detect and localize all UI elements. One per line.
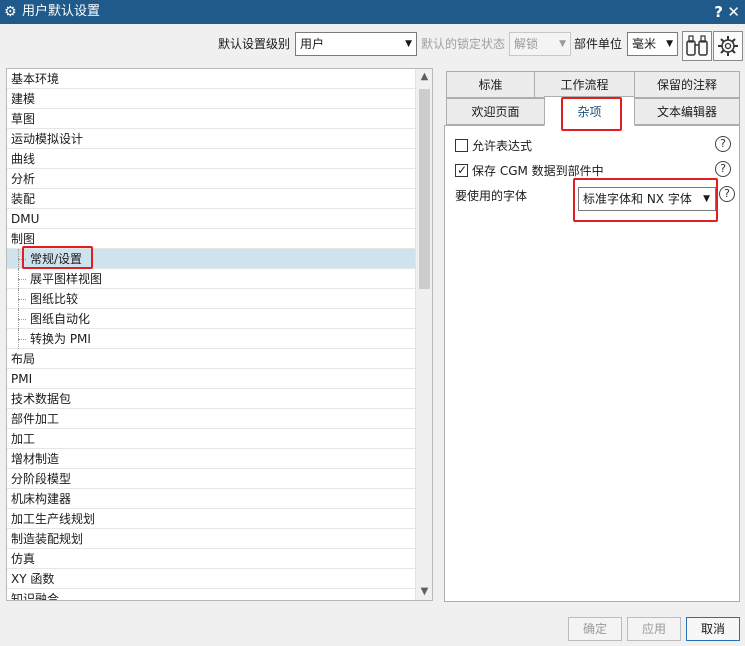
tree-item-line-planning[interactable]: 加工生产线规划 [7, 509, 415, 529]
category-tree[interactable]: 基本环境 建模 草图 运动模拟设计 曲线 分析 装配 DMU 制图 常规/设置 … [6, 68, 433, 601]
tab-welcome-page[interactable]: 欢迎页面 [446, 98, 545, 125]
tree-item-general-settings[interactable]: 常规/设置 [7, 249, 415, 269]
tree-item-analysis[interactable]: 分析 [7, 169, 415, 189]
help-icon[interactable]: ? [715, 161, 731, 177]
font-label: 要使用的字体 [455, 189, 528, 203]
font-select[interactable]: 标准字体和 NX 字体 ▼ [578, 187, 716, 211]
apply-button[interactable]: 应用 [627, 617, 681, 641]
tree-item-convert-pmi[interactable]: 转换为 PMI [7, 329, 415, 349]
tree-item-assembly-planning[interactable]: 制造装配规划 [7, 529, 415, 549]
gear-icon: ⚙ [4, 4, 17, 20]
tree-item-tdp[interactable]: 技术数据包 [7, 389, 415, 409]
lock-select-value: 解锁 [514, 37, 539, 51]
tab-standard[interactable]: 标准 [446, 71, 535, 98]
lock-select[interactable]: 解锁 ▼ [509, 32, 571, 56]
tree-item-modeling[interactable]: 建模 [7, 89, 415, 109]
tree-item-sketch[interactable]: 草图 [7, 109, 415, 129]
allow-expressions-label: 允许表达式 [472, 139, 533, 153]
scrollbar-thumb[interactable] [419, 89, 430, 289]
unit-label: 部件单位 [574, 37, 623, 51]
tab-retained-annotations[interactable]: 保留的注释 [634, 71, 740, 98]
tree-list: 基本环境 建模 草图 运动模拟设计 曲线 分析 装配 DMU 制图 常规/设置 … [7, 69, 415, 600]
tree-item-drawing-automation[interactable]: 图纸自动化 [7, 309, 415, 329]
tree-item-curve[interactable]: 曲线 [7, 149, 415, 169]
help-button[interactable]: ? [714, 2, 723, 22]
tab-misc[interactable]: 杂项 [544, 96, 635, 126]
save-cgm-option[interactable]: 保存 CGM 数据到部件中 [455, 162, 604, 179]
window-title: 用户默认设置 [22, 4, 101, 19]
tree-item-pmi[interactable]: PMI [7, 369, 415, 389]
tree-item-knowledge-fusion[interactable]: 知识融合 [7, 589, 415, 600]
lock-label: 默认的锁定状态 [421, 37, 506, 51]
chevron-down-icon[interactable]: ▼ [416, 584, 432, 600]
tree-item-part-machining[interactable]: 部件加工 [7, 409, 415, 429]
close-button[interactable]: ✕ [727, 2, 740, 22]
tree-item-staged-model[interactable]: 分阶段模型 [7, 469, 415, 489]
chevron-down-icon: ▼ [405, 39, 412, 49]
tree-item-machine-builder[interactable]: 机床构建器 [7, 489, 415, 509]
cancel-button[interactable]: 取消 [686, 617, 740, 641]
save-cgm-checkbox[interactable] [455, 162, 468, 178]
tab-workflow[interactable]: 工作流程 [534, 71, 635, 98]
help-icon[interactable]: ? [719, 186, 735, 202]
level-select[interactable]: 用户 ▼ [295, 32, 417, 56]
tree-item-xy-function[interactable]: XY 函数 [7, 569, 415, 589]
unit-select[interactable]: 毫米 ▼ [627, 32, 678, 56]
gear-icon [718, 36, 738, 56]
level-select-value: 用户 [300, 37, 325, 51]
tree-item-motion[interactable]: 运动模拟设计 [7, 129, 415, 149]
ok-button[interactable]: 确定 [568, 617, 622, 641]
misc-panel: 允许表达式 ? 保存 CGM 数据到部件中 ? 要使用的字体 标准字体和 NX … [444, 125, 740, 602]
save-cgm-label: 保存 CGM 数据到部件中 [472, 164, 604, 178]
tree-item-machining[interactable]: 加工 [7, 429, 415, 449]
tree-item-flat-pattern[interactable]: 展平图样视图 [7, 269, 415, 289]
tree-item-basic-env[interactable]: 基本环境 [7, 69, 415, 89]
tree-item-dmu[interactable]: DMU [7, 209, 415, 229]
chevron-down-icon: ▼ [703, 194, 710, 204]
tab-text-editor[interactable]: 文本编辑器 [634, 98, 740, 125]
tree-item-drafting[interactable]: 制图 [7, 229, 415, 249]
settings-button[interactable] [713, 31, 743, 61]
find-button[interactable] [682, 31, 712, 61]
allow-expressions-option[interactable]: 允许表达式 [455, 138, 532, 154]
unit-select-value: 毫米 [632, 37, 657, 51]
chevron-up-icon[interactable]: ▲ [416, 69, 432, 85]
chevron-down-icon: ▼ [559, 39, 566, 49]
level-label: 默认设置级别 [218, 37, 291, 51]
binoculars-icon [686, 35, 708, 56]
tree-item-assembly[interactable]: 装配 [7, 189, 415, 209]
tree-item-drawing-compare[interactable]: 图纸比较 [7, 289, 415, 309]
tree-item-additive[interactable]: 增材制造 [7, 449, 415, 469]
chevron-down-icon: ▼ [666, 39, 673, 49]
tree-scrollbar[interactable]: ▲ ▼ [415, 69, 432, 600]
help-icon[interactable]: ? [715, 136, 731, 152]
allow-expressions-checkbox[interactable] [455, 139, 468, 152]
font-select-value: 标准字体和 NX 字体 [583, 192, 692, 206]
tree-item-layout[interactable]: 布局 [7, 349, 415, 369]
title-bar: ⚙ 用户默认设置 ? ✕ [0, 0, 745, 24]
tree-item-simulation[interactable]: 仿真 [7, 549, 415, 569]
